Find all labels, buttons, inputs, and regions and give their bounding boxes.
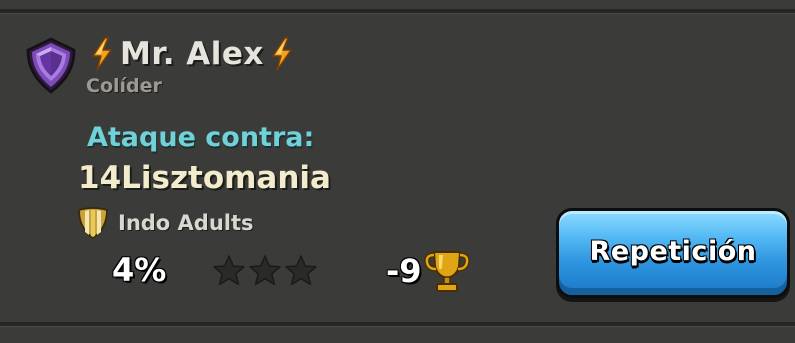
trophy-icon — [423, 251, 470, 292]
player-name-row: Mr. Alex — [88, 34, 296, 74]
clan-name: Indo Adults — [118, 211, 254, 235]
target-clan[interactable]: Indo Adults — [76, 206, 254, 240]
attack-stars — [212, 254, 318, 288]
lightning-bolt-icon — [272, 37, 292, 71]
trophy-change: -9 — [386, 248, 470, 294]
empty-star-icon — [249, 255, 281, 286]
bottom-divider — [0, 322, 795, 327]
lightning-bolt-icon — [92, 37, 112, 71]
empty-star-icon — [285, 255, 317, 286]
replay-button[interactable]: Repetición — [556, 208, 790, 298]
target-player-name[interactable]: 14Lisztomania — [78, 160, 331, 196]
destruction-percent: 4% — [112, 251, 167, 289]
clan-shield-icon — [78, 207, 108, 240]
crystal-league-shield-icon — [24, 36, 78, 94]
empty-star-icon — [213, 255, 245, 286]
replay-button-label: Repetición — [589, 235, 757, 267]
player-name[interactable]: Mr. Alex — [120, 36, 264, 72]
attack-label: Ataque contra: — [87, 122, 315, 153]
player-role: Colíder — [86, 75, 162, 97]
trophy-delta: -9 — [386, 252, 422, 290]
top-divider — [0, 9, 795, 14]
